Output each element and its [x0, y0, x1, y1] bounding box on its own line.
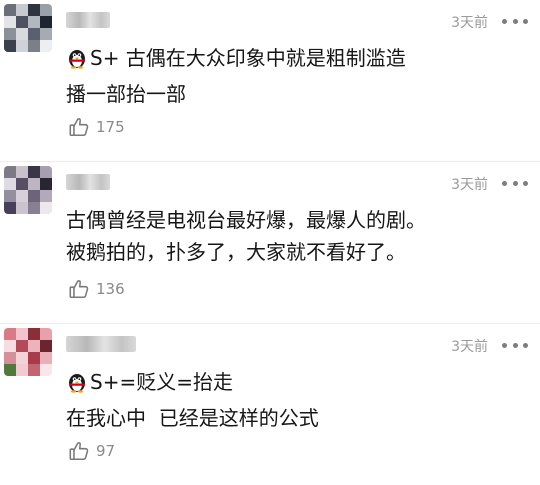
avatar[interactable] [4, 4, 52, 52]
avatar-mosaic-tile [28, 166, 40, 178]
avatar-mosaic-tile [40, 364, 52, 376]
avatar[interactable] [4, 166, 52, 214]
avatar-mosaic-tile [28, 364, 40, 376]
more-options-icon[interactable] [502, 337, 528, 353]
avatar-mosaic-tile [4, 4, 16, 16]
more-options-icon[interactable] [502, 13, 528, 29]
avatar-mosaic-tile [4, 40, 16, 52]
avatar-mosaic-tile [4, 328, 16, 340]
avatar-mosaic-tile [40, 340, 52, 352]
avatar-mosaic-tile [40, 16, 52, 28]
like-button[interactable]: 136 [68, 278, 125, 300]
avatar-mosaic-tile [4, 178, 16, 190]
like-button[interactable]: 175 [68, 116, 125, 138]
avatar-mosaic-tile [40, 178, 52, 190]
username-blurred[interactable] [66, 12, 110, 28]
penguin-icon [66, 46, 88, 78]
comment-text: S+=贬义=抬走 在我心中 已经是这样的公式 [66, 370, 319, 430]
avatar-mosaic-tile [16, 352, 28, 364]
username-blurred[interactable] [66, 174, 110, 190]
avatar-mosaic-tile [40, 166, 52, 178]
thumbs-up-icon [69, 442, 89, 461]
avatar-mosaic-tile [40, 202, 52, 214]
avatar-mosaic-tile [4, 340, 16, 352]
avatar-mosaic-tile [16, 16, 28, 28]
avatar-mosaic-tile [28, 178, 40, 190]
avatar-mosaic-tile [28, 328, 40, 340]
avatar-mosaic-tile [4, 16, 16, 28]
avatar-mosaic-tile [28, 340, 40, 352]
avatar-mosaic-tile [40, 190, 52, 202]
avatar-mosaic-tile [16, 202, 28, 214]
username-blurred[interactable] [66, 336, 136, 352]
avatar[interactable] [4, 328, 52, 376]
avatar-mosaic-tile [40, 4, 52, 16]
thumbs-up-icon [69, 118, 89, 137]
avatar-mosaic-tile [16, 190, 28, 202]
avatar-mosaic-tile [28, 40, 40, 52]
comment-item: 3天前 S+ 古偶在大众印象中就是粗制滥造 播一部抬一部 175 [0, 0, 540, 161]
avatar-mosaic-tile [4, 28, 16, 40]
comment-text-wrap: S+=贬义=抬走 在我心中 已经是这样的公式 [66, 366, 524, 434]
avatar-mosaic-tile [16, 178, 28, 190]
like-count: 97 [96, 442, 116, 460]
comment-time: 3天前 [451, 339, 488, 355]
avatar-mosaic-tile [16, 40, 28, 52]
avatar-mosaic-tile [16, 364, 28, 376]
like-count: 175 [96, 118, 125, 136]
avatar-mosaic-tile [28, 16, 40, 28]
avatar-mosaic-tile [16, 28, 28, 40]
avatar-mosaic-tile [16, 166, 28, 178]
comment-text: 古偶曾经是电视台最好爆，最爆人的剧。 被鹅拍的，扑多了，大家就不看好了。 [66, 208, 426, 264]
avatar-mosaic-tile [4, 364, 16, 376]
like-count: 136 [96, 280, 125, 298]
comment-text: S+ 古偶在大众印象中就是粗制滥造 播一部抬一部 [66, 46, 406, 106]
comment-time: 3天前 [451, 177, 488, 193]
avatar-mosaic-tile [40, 40, 52, 52]
avatar-mosaic-tile [28, 202, 40, 214]
comment-text-wrap: S+ 古偶在大众印象中就是粗制滥造 播一部抬一部 [66, 42, 524, 110]
avatar-mosaic-tile [40, 28, 52, 40]
comment-time: 3天前 [451, 15, 488, 31]
avatar-mosaic-tile [4, 202, 16, 214]
avatar-mosaic-tile [28, 352, 40, 364]
more-options-icon[interactable] [502, 175, 528, 191]
like-button[interactable]: 97 [68, 440, 115, 462]
avatar-mosaic-tile [28, 28, 40, 40]
avatar-mosaic-tile [28, 190, 40, 202]
thumbs-up-icon [69, 280, 89, 299]
penguin-icon [66, 370, 88, 402]
avatar-mosaic-tile [40, 352, 52, 364]
avatar-mosaic-tile [40, 328, 52, 340]
avatar-mosaic-tile [28, 4, 40, 16]
avatar-mosaic-tile [16, 328, 28, 340]
avatar-mosaic-tile [4, 190, 16, 202]
avatar-mosaic-tile [16, 4, 28, 16]
comment-item: 3天前 S+=贬义=抬走 在我心中 已经是这样的公式 97 [0, 323, 540, 485]
avatar-mosaic-tile [4, 352, 16, 364]
avatar-mosaic-tile [4, 166, 16, 178]
avatar-mosaic-tile [16, 340, 28, 352]
comment-item: 3天前 古偶曾经是电视台最好爆，最爆人的剧。 被鹅拍的，扑多了，大家就不看好了。… [0, 161, 540, 323]
